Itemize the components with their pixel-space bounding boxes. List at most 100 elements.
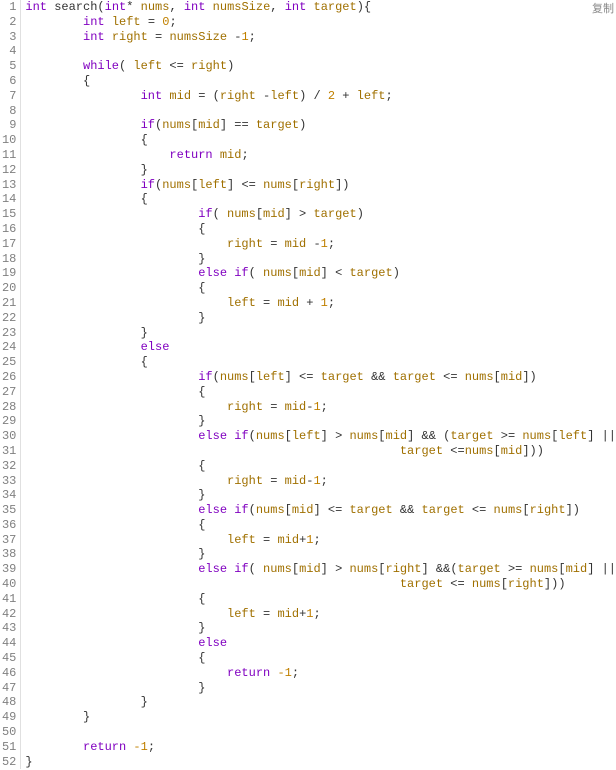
code-line: right = mid -1; [25, 237, 616, 252]
line-number: 31 [0, 444, 16, 459]
line-number: 40 [0, 577, 16, 592]
code-line: int search(int* nums, int numsSize, int … [25, 0, 616, 15]
line-number: 1 [0, 0, 16, 15]
code-area[interactable]: int search(int* nums, int numsSize, int … [21, 0, 616, 769]
line-number: 35 [0, 503, 16, 518]
code-line: { [25, 133, 616, 148]
code-line: } [25, 710, 616, 725]
line-number: 36 [0, 518, 16, 533]
line-number: 8 [0, 104, 16, 119]
code-container: 1234567891011121314151617181920212223242… [0, 0, 616, 769]
line-number: 3 [0, 30, 16, 45]
line-number: 9 [0, 118, 16, 133]
line-number: 18 [0, 252, 16, 267]
code-line: else [25, 636, 616, 651]
line-number: 45 [0, 651, 16, 666]
code-line: left = mid + 1; [25, 296, 616, 311]
line-number: 27 [0, 385, 16, 400]
line-number: 38 [0, 547, 16, 562]
code-line: else if(nums[left] > nums[mid] && (targe… [25, 429, 616, 444]
code-line: } [25, 163, 616, 178]
line-number: 34 [0, 488, 16, 503]
line-number: 20 [0, 281, 16, 296]
line-number: 6 [0, 74, 16, 89]
code-line: if(nums[left] <= target && target <= num… [25, 370, 616, 385]
code-line: right = mid-1; [25, 400, 616, 415]
code-line [25, 44, 616, 59]
code-line: target <=nums[mid])) [25, 444, 616, 459]
line-number: 11 [0, 148, 16, 163]
code-line: if(nums[mid] == target) [25, 118, 616, 133]
code-line: left = mid+1; [25, 607, 616, 622]
line-number: 21 [0, 296, 16, 311]
line-number: 28 [0, 400, 16, 415]
code-line: } [25, 414, 616, 429]
code-line: } [25, 755, 616, 770]
line-number: 30 [0, 429, 16, 444]
code-line: } [25, 311, 616, 326]
code-line: } [25, 326, 616, 341]
code-line: { [25, 192, 616, 207]
line-number: 10 [0, 133, 16, 148]
code-line: return mid; [25, 148, 616, 163]
line-number: 7 [0, 89, 16, 104]
line-number: 17 [0, 237, 16, 252]
line-number: 25 [0, 355, 16, 370]
code-line: int right = numsSize -1; [25, 30, 616, 45]
line-number: 15 [0, 207, 16, 222]
line-number: 2 [0, 15, 16, 30]
code-line: { [25, 385, 616, 400]
code-line: } [25, 547, 616, 562]
line-number: 43 [0, 621, 16, 636]
line-number: 47 [0, 681, 16, 696]
code-line: } [25, 488, 616, 503]
code-line: return -1; [25, 666, 616, 681]
line-number: 51 [0, 740, 16, 755]
code-line: right = mid-1; [25, 474, 616, 489]
line-number: 46 [0, 666, 16, 681]
line-number: 41 [0, 592, 16, 607]
code-line: } [25, 252, 616, 267]
line-number: 29 [0, 414, 16, 429]
code-line: while( left <= right) [25, 59, 616, 74]
code-line: { [25, 459, 616, 474]
line-number: 4 [0, 44, 16, 59]
line-number: 52 [0, 755, 16, 770]
code-line: left = mid+1; [25, 533, 616, 548]
code-line: { [25, 222, 616, 237]
copy-button[interactable]: 复制 [592, 2, 614, 17]
code-line: else if( nums[mid] < target) [25, 266, 616, 281]
code-line: return -1; [25, 740, 616, 755]
code-line: { [25, 518, 616, 533]
code-line [25, 104, 616, 119]
code-line: target <= nums[right])) [25, 577, 616, 592]
line-number: 13 [0, 178, 16, 193]
line-number: 39 [0, 562, 16, 577]
code-line: } [25, 681, 616, 696]
line-number: 48 [0, 695, 16, 710]
line-number: 50 [0, 725, 16, 740]
code-line: } [25, 695, 616, 710]
code-line: { [25, 592, 616, 607]
line-number: 22 [0, 311, 16, 326]
code-line: if(nums[left] <= nums[right]) [25, 178, 616, 193]
code-line: int left = 0; [25, 15, 616, 30]
line-number: 5 [0, 59, 16, 74]
code-line: if( nums[mid] > target) [25, 207, 616, 222]
code-line: } [25, 621, 616, 636]
code-line: else if( nums[mid] > nums[right] &&(targ… [25, 562, 616, 577]
code-line: { [25, 355, 616, 370]
line-number: 26 [0, 370, 16, 385]
line-number: 49 [0, 710, 16, 725]
line-number: 32 [0, 459, 16, 474]
line-number: 42 [0, 607, 16, 622]
line-number: 19 [0, 266, 16, 281]
code-line [25, 725, 616, 740]
line-number: 33 [0, 474, 16, 489]
code-line: int mid = (right -left) / 2 + left; [25, 89, 616, 104]
line-number-gutter: 1234567891011121314151617181920212223242… [0, 0, 21, 769]
line-number: 44 [0, 636, 16, 651]
code-line: { [25, 651, 616, 666]
code-line: else if(nums[mid] <= target && target <=… [25, 503, 616, 518]
line-number: 16 [0, 222, 16, 237]
